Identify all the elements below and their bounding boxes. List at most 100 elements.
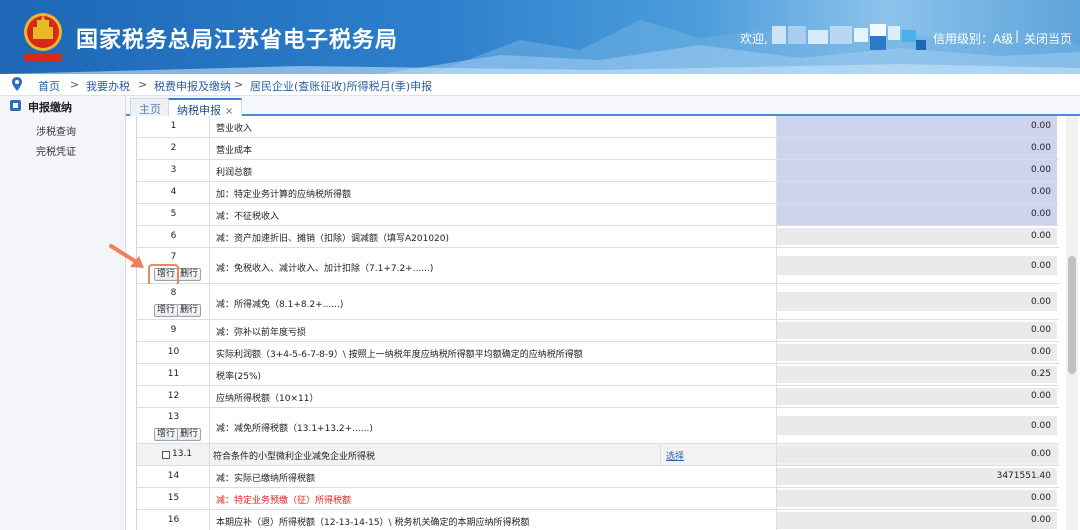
row-value: 0.00 xyxy=(1030,143,1051,153)
value-cell[interactable]: 0.00 xyxy=(777,160,1057,181)
sidebar: 申报缴纳 涉税查询 完税凭证 xyxy=(0,96,126,530)
value-cell[interactable]: 0.00 xyxy=(777,116,1057,137)
blurred-username xyxy=(772,24,928,54)
row-description: 符合条件的小型微利企业减免企业所得税 xyxy=(213,452,376,462)
delete-row-button[interactable]: 删行 xyxy=(177,428,202,441)
sidebar-header[interactable]: 申报缴纳 xyxy=(0,96,125,116)
scrollbar-thumb[interactable] xyxy=(1068,256,1076,374)
table-row: 13.1 符合条件的小型微利企业减免企业所得税 选择 0.00 xyxy=(137,444,1059,466)
value-cell[interactable]: 0.00 xyxy=(777,416,1057,435)
row-value: 0.00 xyxy=(1030,449,1051,459)
arrow-pointer-icon xyxy=(109,244,144,268)
row-value: 0.00 xyxy=(1030,297,1051,307)
table-row: 8 增行 删行 减：所得减免（8.1+8.2+......) 0.00 xyxy=(137,284,1059,320)
row-value: 0.00 xyxy=(1030,209,1051,219)
row-description: 加：特定业务计算的应纳税所得额 xyxy=(216,190,352,200)
tab-tax-declaration[interactable]: 纳税申报 × xyxy=(168,98,243,117)
breadcrumb: 首页 > 我要办税 > 税费申报及缴纳 > 居民企业(查账征收)所得税月(季)申… xyxy=(0,74,1080,96)
row-description: 减：弥补以前年度亏损 xyxy=(216,328,307,338)
table-row: 7 增行 删行 减：免税收入、减计收入、加计扣除（7.1+7.2+......)… xyxy=(137,248,1059,286)
declaration-table: 1 营业收入 0.00 2 营业成本 0.00 3 利润总额 0.00 4 加：… xyxy=(136,116,1059,530)
tab-bar: 主页 纳税申报 × xyxy=(126,96,1080,117)
value-cell[interactable]: 0.00 xyxy=(777,322,1057,339)
value-cell[interactable]: 0.25 xyxy=(777,366,1057,383)
table-row: 14 减：实际已缴纳所得税额 3471551.40 xyxy=(137,466,1059,488)
row-description: 减：资产加速折旧、摊销（扣除）调减额（填写A201020) xyxy=(216,234,450,244)
value-cell[interactable]: 0.00 xyxy=(777,512,1057,529)
add-row-button[interactable]: 增行 xyxy=(154,304,179,317)
row-value: 0.00 xyxy=(1030,347,1051,357)
breadcrumb-arrow: > xyxy=(138,78,148,91)
tab-home[interactable]: 主页 xyxy=(130,98,170,116)
row-description: 减：免税收入、减计收入、加计扣除（7.1+7.2+......) xyxy=(216,264,434,274)
breadcrumb-home[interactable]: 首页 xyxy=(38,78,60,94)
sidebar-item-tax-query[interactable]: 涉税查询 xyxy=(36,123,76,138)
row-description: 营业成本 xyxy=(216,146,253,156)
tab-home-label: 主页 xyxy=(139,103,161,116)
row-number: 13.1 xyxy=(172,449,193,459)
site-header: 国家税务总局江苏省电子税务局 欢迎, 信用级别：A级 | 关闭当页 xyxy=(0,0,1080,74)
select-link[interactable]: 选择 xyxy=(666,449,684,462)
menu-grid-icon xyxy=(10,100,21,111)
row-number: 12 xyxy=(167,391,180,401)
credit-level: 信用级别：A级 xyxy=(933,32,1014,46)
breadcrumb-arrow: > xyxy=(234,78,244,91)
close-page-link[interactable]: 关闭当页 xyxy=(1024,30,1072,47)
value-cell[interactable]: 0.00 xyxy=(777,292,1057,311)
value-cell[interactable]: 0.00 xyxy=(777,388,1057,405)
row-number: 14 xyxy=(167,471,180,481)
sidebar-header-label: 申报缴纳 xyxy=(28,101,72,114)
table-row: 11 税率(25%) 0.25 xyxy=(137,364,1059,386)
header-separator: | xyxy=(1015,29,1020,43)
row-description: 减：减免所得税额（13.1+13.2+......) xyxy=(216,424,373,434)
row-value: 0.00 xyxy=(1030,325,1051,335)
row-description: 减：所得减免（8.1+8.2+......) xyxy=(216,300,344,310)
value-cell[interactable]: 0.00 xyxy=(777,204,1057,225)
table-row: 13 增行 删行 减：减免所得税额（13.1+13.2+......) 0.00 xyxy=(137,408,1059,444)
row-value: 0.00 xyxy=(1030,421,1051,431)
table-row: 1 营业收入 0.00 xyxy=(137,116,1059,138)
row-number: 13 xyxy=(167,412,180,422)
value-cell[interactable]: 0.00 xyxy=(777,490,1057,507)
delete-row-button[interactable]: 删行 xyxy=(177,268,202,281)
table-row: 12 应纳所得税额（10×11） 0.00 xyxy=(137,386,1059,408)
value-cell[interactable]: 0.00 xyxy=(777,182,1057,203)
value-cell[interactable]: 0.00 xyxy=(777,228,1057,245)
add-row-button[interactable]: 增行 xyxy=(154,428,179,441)
breadcrumb-tax-handling[interactable]: 我要办税 xyxy=(86,78,130,94)
row-number: 15 xyxy=(167,493,180,503)
row-value: 0.00 xyxy=(1030,231,1051,241)
row-value: 0.00 xyxy=(1030,187,1051,197)
table-row: 3 利润总额 0.00 xyxy=(137,160,1059,182)
row-value: 0.00 xyxy=(1030,515,1051,525)
site-title: 国家税务总局江苏省电子税务局 xyxy=(76,28,399,53)
delete-row-button[interactable]: 删行 xyxy=(177,304,202,317)
row-description: 利润总额 xyxy=(216,168,253,178)
row-number: 11 xyxy=(167,369,180,379)
table-row: 16 本期应补（退）所得税额（12-13-14-15）\ 税务机关确定的本期应纳… xyxy=(137,510,1059,530)
row-number: 5 xyxy=(170,209,177,219)
row-value: 0.00 xyxy=(1030,121,1051,131)
vertical-scrollbar[interactable] xyxy=(1066,116,1078,530)
value-cell[interactable]: 0.00 xyxy=(777,344,1057,361)
row-description: 减：特定业务预缴（征）所得税额 xyxy=(216,496,352,506)
row-description: 应纳所得税额（10×11） xyxy=(216,394,319,404)
row-description: 减：实际已缴纳所得税额 xyxy=(216,474,316,484)
row-description: 税率(25%) xyxy=(216,372,262,382)
row-checkbox[interactable] xyxy=(162,451,170,459)
breadcrumb-tax-declaration[interactable]: 税费申报及缴纳 xyxy=(154,78,231,94)
header-username-hint xyxy=(858,14,860,21)
table-row: 4 加：特定业务计算的应纳税所得额 0.00 xyxy=(137,182,1059,204)
row-value: 0.00 xyxy=(1030,493,1051,503)
breadcrumb-current-page[interactable]: 居民企业(查账征收)所得税月(季)申报 xyxy=(250,78,432,94)
row-number: 3 xyxy=(170,165,177,175)
value-cell[interactable]: 0.00 xyxy=(777,256,1057,275)
value-cell[interactable]: 0.00 xyxy=(777,446,1057,463)
value-cell[interactable]: 3471551.40 xyxy=(777,468,1057,485)
welcome-text: 欢迎, xyxy=(740,32,768,46)
sidebar-item-tax-certificate[interactable]: 完税凭证 xyxy=(36,143,76,158)
row-value: 0.25 xyxy=(1030,369,1051,379)
row-description: 营业收入 xyxy=(216,124,253,134)
row-number: 10 xyxy=(167,347,180,357)
value-cell[interactable]: 0.00 xyxy=(777,138,1057,159)
